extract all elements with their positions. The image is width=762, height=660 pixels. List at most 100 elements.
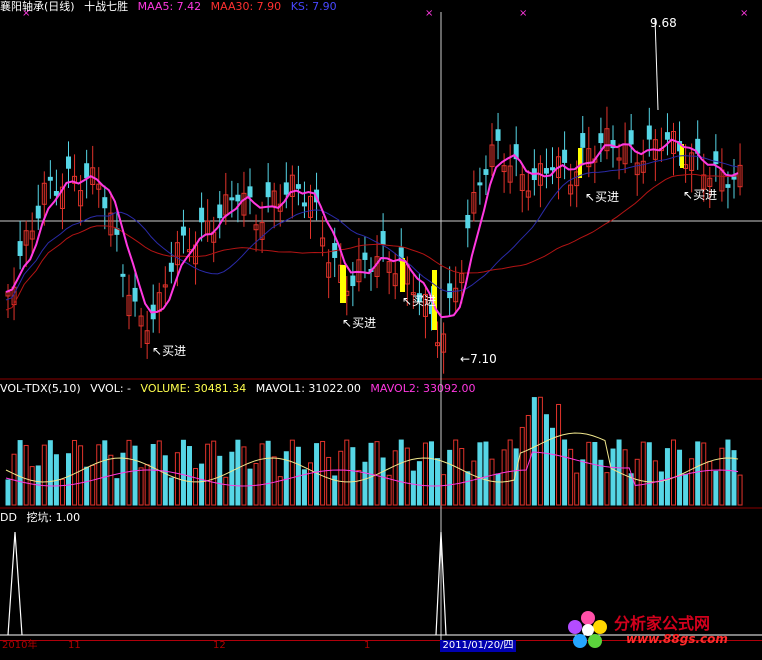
volume-bar: [556, 403, 562, 506]
volume-bar: [646, 442, 652, 506]
volume-bar: [422, 442, 428, 506]
volume-bar: [41, 444, 47, 506]
candle-body: [53, 191, 59, 196]
candle-body: [543, 168, 549, 174]
axis-tick-11: 11: [68, 640, 81, 651]
volume-bar: [562, 439, 568, 506]
volume-bar: [259, 443, 265, 506]
volume-bar: [108, 454, 114, 506]
candle-body: [362, 252, 368, 260]
volume-bar: [664, 448, 670, 506]
candle-body: [102, 197, 108, 209]
volume-bar: [519, 426, 525, 506]
volume-bar: [477, 442, 483, 506]
buy-signal-2: ↖买进: [342, 316, 377, 330]
volume-bar: [338, 450, 344, 506]
volume-bar: [17, 440, 23, 506]
candle-body: [477, 182, 483, 186]
watermark-logo: 分析家公式网 www.88gs.com: [566, 610, 756, 650]
volume-bar: [247, 468, 253, 506]
candle-body: [380, 231, 386, 245]
marker-x: ×: [425, 8, 433, 19]
signal-candle: [340, 265, 346, 303]
volume-bar: [550, 427, 555, 506]
buy-signal-1: ↖买进: [152, 344, 187, 358]
candle-body: [265, 182, 271, 198]
volume-bar: [622, 449, 628, 506]
volume-bar: [695, 441, 701, 506]
volume-bar: [320, 440, 326, 506]
volume-bar: [386, 474, 392, 506]
volume-bar: [78, 445, 84, 506]
volume-bar: [5, 479, 11, 506]
volume-bar: [199, 463, 205, 506]
volume-bar: [138, 467, 144, 506]
volume-bar: [235, 439, 241, 506]
axis-tick-2010: 2010年: [2, 640, 38, 651]
signal-candle: [578, 148, 582, 178]
volume-bar: [441, 474, 447, 506]
volume-bar: [23, 444, 29, 506]
volume-bar: [265, 440, 271, 506]
flower-icon: [568, 611, 607, 648]
volume-bar: [132, 445, 138, 506]
candle-body: [35, 205, 41, 219]
volume-bar: [350, 447, 356, 506]
volume-bar: [217, 455, 223, 506]
volume-bar: [634, 458, 640, 506]
volume-bar: [59, 478, 65, 506]
volume-bar: [610, 448, 616, 506]
volume-bar: [604, 472, 610, 506]
volume-bar: [84, 466, 90, 506]
candle-body: [283, 182, 289, 195]
volume-bar: [241, 446, 247, 506]
volume-bar: [193, 468, 199, 506]
volume-bar: [640, 441, 646, 506]
volume-bar: [156, 440, 162, 506]
volume-bar: [592, 442, 598, 506]
volume-bar: [150, 443, 156, 506]
volume-bar: [453, 439, 459, 506]
volume-bar: [737, 474, 743, 506]
volume-bar: [689, 458, 695, 506]
axis-tick-12: 12: [213, 640, 226, 651]
volume-bar: [96, 444, 102, 506]
volume-bar: [404, 447, 410, 506]
volume-bar: [707, 460, 713, 506]
volume-bar: [102, 440, 108, 506]
volume-bar: [435, 458, 441, 506]
volume-bar: [501, 449, 507, 506]
volume-bar: [658, 471, 664, 506]
volume-bar: [205, 443, 211, 506]
candle-body: [646, 125, 652, 140]
volume-bar: [66, 453, 71, 506]
candle-body: [235, 194, 241, 202]
volume-bar: [531, 397, 537, 506]
candle-body: [247, 186, 253, 198]
volume-bar: [683, 473, 689, 506]
candle-body: [562, 149, 568, 163]
volume-bar: [507, 439, 513, 506]
candle-body: [465, 214, 471, 229]
volume-bar: [416, 461, 422, 506]
kline-chart[interactable]: × × × ×: [0, 0, 762, 640]
volume-bar: [652, 460, 658, 506]
candle-body: [217, 204, 223, 219]
volume-bar: [713, 470, 719, 506]
candle-body: [199, 207, 205, 223]
candle-body: [295, 184, 301, 189]
volume-bar: [429, 441, 434, 506]
candle-body: [168, 262, 174, 272]
candle-body: [180, 226, 186, 236]
volume-bar: [537, 396, 543, 506]
volume-bar: [180, 439, 186, 506]
candle-body: [47, 176, 53, 181]
volume-bar: [223, 476, 229, 506]
volume-bar: [410, 470, 416, 506]
volume-bar: [489, 458, 495, 506]
candle-body: [598, 133, 604, 144]
volume-bar: [253, 462, 259, 506]
candle-body: [495, 129, 501, 141]
volume-bar: [356, 469, 362, 506]
ma30-line: [5, 173, 739, 311]
